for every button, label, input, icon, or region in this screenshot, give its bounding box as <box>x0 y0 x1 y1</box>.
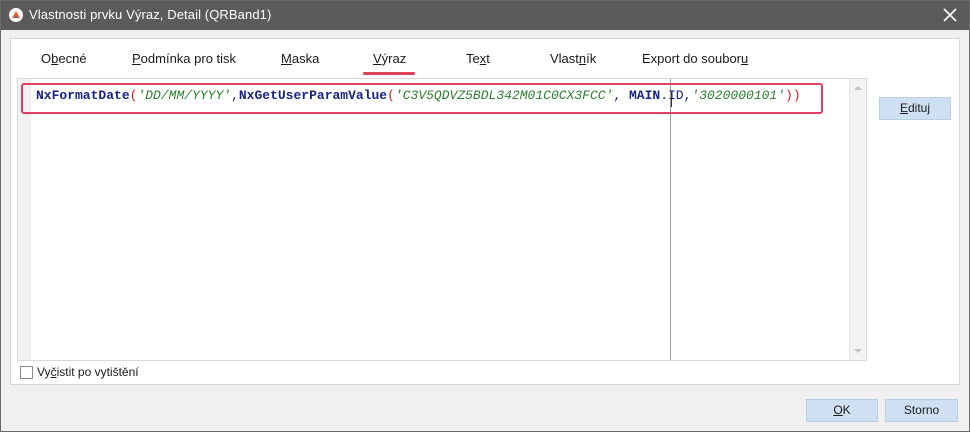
tab-owner[interactable]: Vlastník <box>550 51 596 66</box>
tab-general[interactable]: Obecné <box>41 51 87 66</box>
vertical-scrollbar[interactable] <box>849 79 866 360</box>
tab-print-condition[interactable]: Podmínka pro tisk <box>132 51 236 66</box>
tab-text[interactable]: Text <box>466 51 490 66</box>
cancel-button[interactable]: Storno <box>885 399 958 422</box>
close-icon[interactable] <box>939 4 961 26</box>
scroll-down-arrow-icon[interactable] <box>852 345 864 357</box>
properties-dialog: Vlastnosti prvku Výraz, Detail (QRBand1)… <box>0 0 970 432</box>
active-tab-indicator <box>363 72 415 75</box>
ok-button[interactable]: OK <box>806 399 878 422</box>
tab-export-to-file[interactable]: Export do souboru <box>642 51 748 66</box>
edit-button[interactable]: Edituj <box>879 97 951 120</box>
scroll-up-arrow-icon[interactable] <box>852 82 864 94</box>
editor-right-margin <box>670 79 671 360</box>
expression-code-line: NxFormatDate('DD/MM/YYYY',NxGetUserParam… <box>36 88 801 103</box>
tab-bar: Obecné Podmínka pro tisk Maska Výraz Tex… <box>11 39 959 77</box>
app-logo-icon <box>9 8 23 22</box>
editor-gutter <box>18 79 31 360</box>
window-title: Vlastnosti prvku Výraz, Detail (QRBand1) <box>29 7 272 22</box>
tab-expression[interactable]: Výraz <box>373 51 406 66</box>
clear-after-print-label: Vyčistit po vytištění <box>37 365 139 379</box>
tab-panel: Obecné Podmínka pro tisk Maska Výraz Tex… <box>10 38 960 385</box>
text-cursor <box>671 91 672 107</box>
title-bar: Vlastnosti prvku Výraz, Detail (QRBand1) <box>1 1 969 30</box>
clear-after-print-checkbox[interactable] <box>20 366 33 379</box>
tab-mask[interactable]: Maska <box>281 51 319 66</box>
expression-editor[interactable]: NxFormatDate('DD/MM/YYYY',NxGetUserParam… <box>17 78 867 361</box>
